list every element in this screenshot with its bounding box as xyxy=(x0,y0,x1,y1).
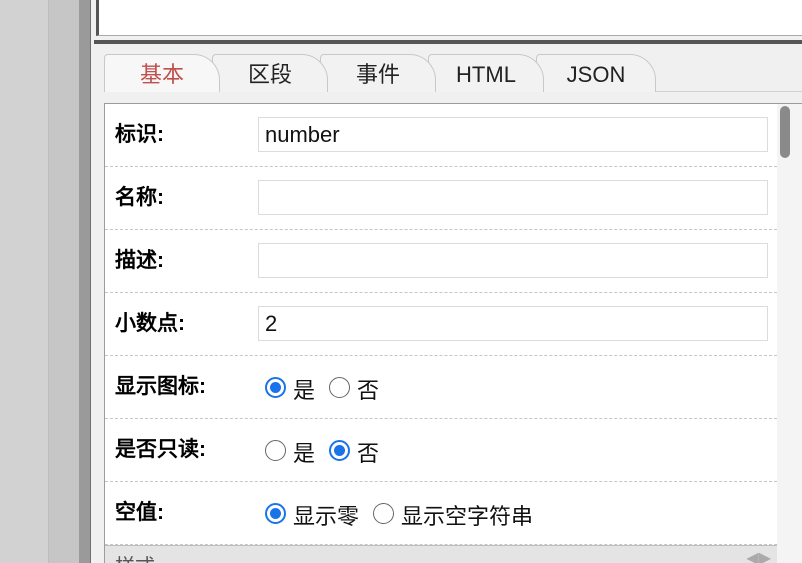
empty-value-radio-group: 显示零 显示空字符串 xyxy=(265,482,547,544)
tab-json[interactable]: JSON xyxy=(536,54,656,92)
show-icon-yes-option[interactable]: 是 xyxy=(265,369,315,405)
name-row: 名称: xyxy=(105,167,777,230)
show-icon-no-option[interactable]: 否 xyxy=(329,369,379,405)
description-row: 描述: xyxy=(105,230,777,293)
panel-divider[interactable] xyxy=(94,40,802,44)
style-section-header[interactable]: 样式 ◀▶ xyxy=(105,545,777,563)
top-editor-frame xyxy=(96,0,802,36)
readonly-label: 是否只读: xyxy=(115,438,206,461)
left-gutter xyxy=(0,0,48,563)
empty-value-row: 空值: 显示零 显示空字符串 xyxy=(105,482,777,545)
decimals-input[interactable] xyxy=(258,306,768,341)
readonly-no-label: 否 xyxy=(357,441,380,466)
readonly-no-option[interactable]: 否 xyxy=(329,432,379,468)
readonly-yes-option[interactable]: 是 xyxy=(265,432,315,468)
empty-value-zero-radio[interactable] xyxy=(265,502,286,524)
empty-value-label: 空值: xyxy=(115,501,164,524)
readonly-row: 是否只读: 是 否 xyxy=(105,419,777,482)
empty-value-empty-string-radio[interactable] xyxy=(373,502,395,524)
identifier-label: 标识: xyxy=(115,123,164,146)
show-icon-label: 显示图标: xyxy=(115,375,206,398)
vertical-scrollbar[interactable] xyxy=(777,104,802,563)
show-icon-yes-radio[interactable] xyxy=(265,376,286,398)
show-icon-row: 显示图标: 是 否 xyxy=(105,356,777,419)
collapse-arrows-icon[interactable]: ◀▶ xyxy=(746,548,771,563)
show-icon-no-radio[interactable] xyxy=(329,376,351,398)
basic-properties-panel: 标识: 名称: 描述: 小数点: 显示图标: 是 否 是否只读: xyxy=(104,103,802,563)
empty-value-empty-string-label: 显示空字符串 xyxy=(401,504,534,529)
description-input[interactable] xyxy=(258,243,768,278)
style-section-title: 样式 xyxy=(115,550,155,563)
tab-sections[interactable]: 区段 xyxy=(212,54,328,92)
decimals-label: 小数点: xyxy=(115,312,185,335)
readonly-yes-radio[interactable] xyxy=(265,439,286,461)
tab-basic[interactable]: 基本 xyxy=(104,54,220,92)
identifier-input[interactable] xyxy=(258,117,768,152)
readonly-radio-group: 是 否 xyxy=(265,419,393,481)
show-icon-no-label: 否 xyxy=(357,378,380,403)
decimals-row: 小数点: xyxy=(105,293,777,356)
splitter-handle[interactable] xyxy=(79,0,91,563)
scrollbar-thumb[interactable] xyxy=(780,106,790,158)
readonly-no-radio[interactable] xyxy=(329,439,351,461)
identifier-row: 标识: xyxy=(105,104,777,167)
name-input[interactable] xyxy=(258,180,768,215)
splitter-panel xyxy=(48,0,80,563)
show-icon-radio-group: 是 否 xyxy=(265,356,393,418)
show-icon-yes-label: 是 xyxy=(293,378,316,403)
property-tabs: 基本 区段 事件 HTML JSON xyxy=(104,54,802,92)
name-label: 名称: xyxy=(115,186,164,209)
description-label: 描述: xyxy=(115,249,164,272)
empty-value-zero-label: 显示零 xyxy=(293,504,360,529)
tab-events[interactable]: 事件 xyxy=(320,54,436,92)
empty-value-empty-string-option[interactable]: 显示空字符串 xyxy=(373,495,533,531)
empty-value-zero-option[interactable]: 显示零 xyxy=(265,495,359,531)
readonly-yes-label: 是 xyxy=(293,441,316,466)
tab-html[interactable]: HTML xyxy=(428,54,544,92)
